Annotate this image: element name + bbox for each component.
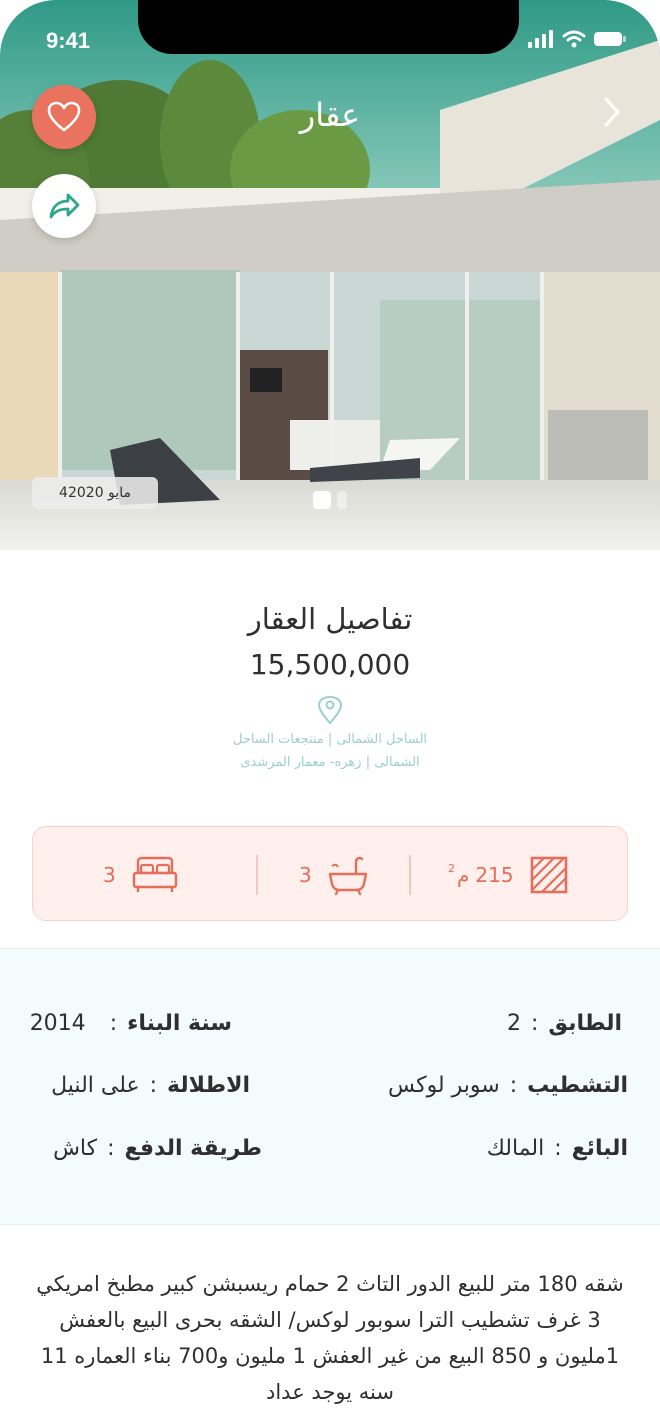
share-button[interactable]	[32, 174, 96, 238]
spec-label: البائع	[571, 1136, 628, 1161]
spec-value: المالك	[486, 1136, 545, 1161]
area-icon	[530, 856, 567, 893]
details-title: تفاصيل العقار	[247, 602, 413, 636]
page-title: عقار	[299, 96, 361, 134]
spec-colon: :	[109, 1011, 118, 1036]
spec-colon: :	[530, 1011, 539, 1036]
back-button[interactable]	[592, 92, 632, 132]
spec-payment: طريقة الدفع : كاش	[53, 1136, 262, 1161]
status-time: 9:41	[46, 28, 91, 53]
spec-colon: :	[554, 1136, 562, 1161]
feature-area: 2 م 215	[448, 827, 570, 922]
feature-divider	[409, 855, 411, 895]
location-pin-icon	[317, 695, 343, 725]
signal-icon	[528, 30, 553, 48]
spec-value: كاش	[53, 1136, 98, 1161]
heart-icon	[47, 101, 81, 132]
spec-floor: الطابق : 2	[507, 1011, 622, 1036]
share-arrow-icon	[49, 193, 80, 219]
feature-bedrooms: 3	[103, 827, 180, 922]
specs-panel: الطابق : 2 سنة البناء : 2014 التشطيب : س…	[0, 948, 660, 1225]
spec-colon: :	[149, 1073, 158, 1098]
bed-icon	[132, 856, 177, 892]
feature-divider	[256, 855, 258, 895]
area-value: 215	[475, 862, 514, 887]
property-location: الساحل الشمالى | منتجعات الساحل الشمالى …	[232, 732, 428, 770]
area-unit: م	[457, 862, 470, 887]
spec-finishing: التشطيب : سوبر لوكس	[388, 1073, 628, 1098]
area-unit-sup: 2	[448, 861, 455, 875]
pagination-dot[interactable]	[337, 491, 347, 509]
spec-value: سوبر لوكس	[388, 1073, 500, 1098]
wifi-icon	[562, 30, 586, 48]
spec-build-year: سنة البناء : 2014	[30, 1011, 232, 1036]
property-description: شقه 180 متر للبيع الدور التاث 2 حمام ريس…	[36, 1272, 624, 1404]
property-price: 15,500,000	[249, 648, 411, 681]
status-icons	[528, 30, 626, 48]
property-photo	[0, 0, 660, 550]
pagination-dot-active[interactable]	[313, 491, 331, 509]
spec-label: سنة البناء	[127, 1011, 232, 1036]
spec-colon: :	[107, 1136, 115, 1161]
area-value-group: 2 م 215	[448, 861, 514, 887]
bathtub-icon	[328, 856, 367, 895]
chevron-right-icon	[604, 97, 620, 127]
spec-label: الاطلالة	[167, 1073, 250, 1098]
feature-bathrooms: 3	[299, 827, 370, 922]
spec-label: التشطيب	[527, 1073, 628, 1098]
spec-colon: :	[509, 1073, 518, 1098]
spec-label: الطابق	[548, 1011, 622, 1036]
spec-value: على النيل	[51, 1073, 140, 1098]
property-gallery[interactable]: 9:41 عقار 4مايو 2020	[0, 0, 660, 550]
spec-value: 2014	[29, 1011, 86, 1036]
bathrooms-value: 3	[299, 862, 312, 887]
gallery-pagination[interactable]	[313, 491, 347, 509]
favorite-button[interactable]	[32, 85, 96, 149]
spec-value: 2	[506, 1011, 521, 1036]
spec-seller: البائع : المالك	[487, 1136, 628, 1161]
battery-icon	[594, 32, 626, 46]
date-badge: 4مايو 2020	[32, 477, 158, 509]
bedrooms-value: 3	[103, 862, 116, 887]
features-card: 2 م 215 3 3	[32, 826, 628, 921]
device-notch	[138, 0, 519, 54]
spec-view: الاطلالة : على النيل	[51, 1073, 250, 1098]
spec-label: طريقة الدفع	[124, 1136, 262, 1161]
